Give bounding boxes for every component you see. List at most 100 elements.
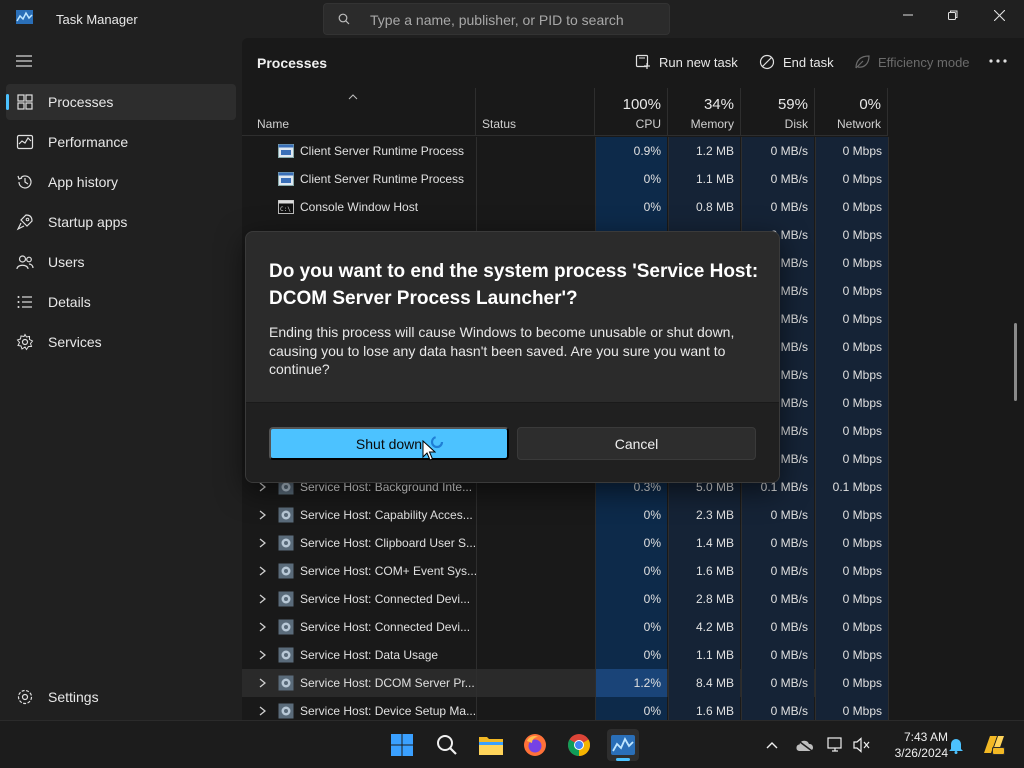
column-header-memory[interactable]: 34% Memory — [668, 88, 741, 136]
table-row[interactable]: Service Host: COM+ Event Sys... 0% 1.6 MB 0… — [242, 557, 888, 585]
sidebar-item-app-history[interactable]: App history — [6, 164, 236, 200]
sidebar-item-label: Performance — [48, 134, 129, 150]
disk-cell: 0 MB/s — [741, 165, 814, 193]
chevron-right-icon[interactable] — [259, 566, 266, 576]
cpu-cell: 0% — [595, 193, 667, 221]
table-row[interactable]: Service Host: Capability Acces... 0% 2.3 M… — [242, 501, 888, 529]
column-header-cpu[interactable]: 100% CPU — [595, 88, 668, 136]
disk-cell: 0 MB/s — [741, 641, 814, 669]
sidebar-item-processes[interactable]: Processes — [6, 84, 236, 120]
copilot-preview-icon — [984, 736, 1005, 755]
process-name: Client Server Runtime Process — [300, 172, 465, 186]
sidebar-item-settings[interactable]: Settings — [6, 679, 236, 715]
cancel-button[interactable]: Cancel — [517, 427, 756, 460]
efficiency-mode-button[interactable]: Efficiency mode — [854, 52, 970, 72]
sidebar-item-users[interactable]: Users — [6, 244, 236, 280]
end-task-label: End task — [783, 54, 834, 70]
cpu-cell: 0.9% — [595, 137, 667, 165]
memory-cell: 1.4 MB — [668, 529, 740, 557]
end-task-button[interactable]: End task — [759, 52, 834, 72]
chrome-button[interactable] — [563, 729, 595, 761]
network-cell: 0 Mbps — [815, 641, 888, 669]
restore-icon — [948, 10, 958, 20]
network-cell: 0 Mbps — [815, 557, 888, 585]
memory-cell: 1.6 MB — [668, 557, 740, 585]
startup-apps-icon — [16, 214, 33, 231]
dialog-footer: Shut down Cancel — [246, 402, 779, 482]
run-task-icon — [635, 54, 650, 69]
task-manager-icon — [611, 735, 635, 755]
network-tray-button[interactable] — [826, 735, 846, 755]
table-row[interactable]: C:\ Console Window Host 0% 0.8 MB 0 MB/s 0 Mb… — [242, 193, 888, 221]
end-process-dialog: Do you want to end the system process 'S… — [245, 231, 780, 483]
run-new-task-button[interactable]: Run new task — [635, 52, 738, 72]
sidebar-item-details[interactable]: Details — [6, 284, 236, 320]
chevron-right-icon[interactable] — [259, 510, 266, 520]
chevron-right-icon[interactable] — [259, 482, 266, 492]
onedrive-tray-button[interactable] — [794, 735, 814, 755]
vertical-scrollbar[interactable] — [1014, 323, 1017, 401]
copilot-preview-button[interactable] — [980, 733, 1006, 757]
start-button[interactable] — [386, 729, 418, 761]
cpu-cell: 1.2% — [595, 669, 667, 697]
network-cell: 0 Mbps — [815, 529, 888, 557]
chevron-right-icon[interactable] — [259, 678, 266, 688]
chevron-right-icon[interactable] — [259, 594, 266, 604]
table-row[interactable]: Service Host: Connected Devi... 0% 4.2 MB 0… — [242, 613, 888, 641]
sidebar-item-services[interactable]: Services — [6, 324, 236, 360]
notifications-button[interactable] — [946, 735, 966, 755]
chevron-right-icon[interactable] — [259, 622, 266, 632]
process-name: Service Host: COM+ Event Sys... — [300, 564, 478, 578]
process-name: Service Host: DCOM Server Pr... — [300, 676, 475, 690]
process-name: Service Host: Connected Devi... — [300, 592, 471, 606]
column-header-status[interactable]: Status — [476, 88, 595, 136]
network-cell: 0 Mbps — [815, 613, 888, 641]
chevron-right-icon[interactable] — [259, 650, 266, 660]
column-header-disk[interactable]: 59% Disk — [741, 88, 815, 136]
file-explorer-button[interactable] — [475, 729, 507, 761]
network-cell: 0 Mbps — [815, 389, 888, 417]
sidebar-item-performance[interactable]: Performance — [6, 124, 236, 160]
sidebar-item-label: App history — [48, 174, 119, 190]
show-hidden-icons-button[interactable] — [762, 735, 782, 755]
network-cell: 0 Mbps — [815, 137, 888, 165]
disk-cell: 0 MB/s — [741, 529, 814, 557]
disk-cell: 0 MB/s — [741, 585, 814, 613]
task-manager-taskbar-button[interactable] — [607, 729, 639, 761]
column-header-name[interactable]: Name — [242, 88, 476, 136]
chrome-icon — [568, 734, 590, 756]
cpu-cell: 0% — [595, 501, 667, 529]
taskbar-search-button[interactable] — [431, 729, 463, 761]
table-row[interactable]: Client Server Runtime Process 0.9% 1.2 MB 0… — [242, 137, 888, 165]
network-cell: 0 Mbps — [815, 193, 888, 221]
hamburger-menu-icon[interactable] — [16, 55, 32, 67]
table-row[interactable]: Service Host: Clipboard User S... 0% 1.4 M… — [242, 529, 888, 557]
table-row[interactable]: Service Host: DCOM Server Pr... 1.2% 8.4 M… — [242, 669, 888, 697]
volume-tray-button[interactable] — [852, 735, 872, 755]
gear-icon — [278, 619, 294, 635]
minimize-button[interactable] — [885, 0, 931, 30]
details-icon — [17, 296, 32, 308]
restore-button[interactable] — [930, 0, 976, 30]
more-options-icon[interactable] — [988, 53, 1008, 69]
title-bar: Task Manager — [0, 0, 1024, 38]
column-percent: 59% — [777, 96, 808, 113]
search-box[interactable] — [323, 3, 670, 35]
network-cell: 0 Mbps — [815, 361, 888, 389]
chevron-right-icon[interactable] — [259, 538, 266, 548]
sidebar-item-startup-apps[interactable]: Startup apps — [6, 204, 236, 240]
network-cell: 0 Mbps — [815, 249, 888, 277]
chevron-right-icon[interactable] — [259, 706, 266, 716]
network-cell: 0 Mbps — [815, 417, 888, 445]
firefox-button[interactable] — [519, 729, 551, 761]
chevron-up-icon — [766, 742, 778, 749]
table-row[interactable]: Service Host: Data Usage 0% 1.1 MB 0 MB/s 0 … — [242, 641, 888, 669]
table-row[interactable]: Service Host: Connected Devi... 0% 2.8 MB 0… — [242, 585, 888, 613]
column-header-network[interactable]: 0% Network — [815, 88, 888, 136]
shut-down-button[interactable]: Shut down — [269, 427, 509, 460]
dialog-title: Do you want to end the system process 'S… — [269, 261, 759, 309]
search-input[interactable] — [370, 10, 660, 30]
close-button[interactable] — [976, 0, 1022, 30]
table-row[interactable]: Client Server Runtime Process 0% 1.1 MB 0 M… — [242, 165, 888, 193]
system-clock[interactable]: 7:43 AM 3/26/2024 — [878, 729, 948, 761]
